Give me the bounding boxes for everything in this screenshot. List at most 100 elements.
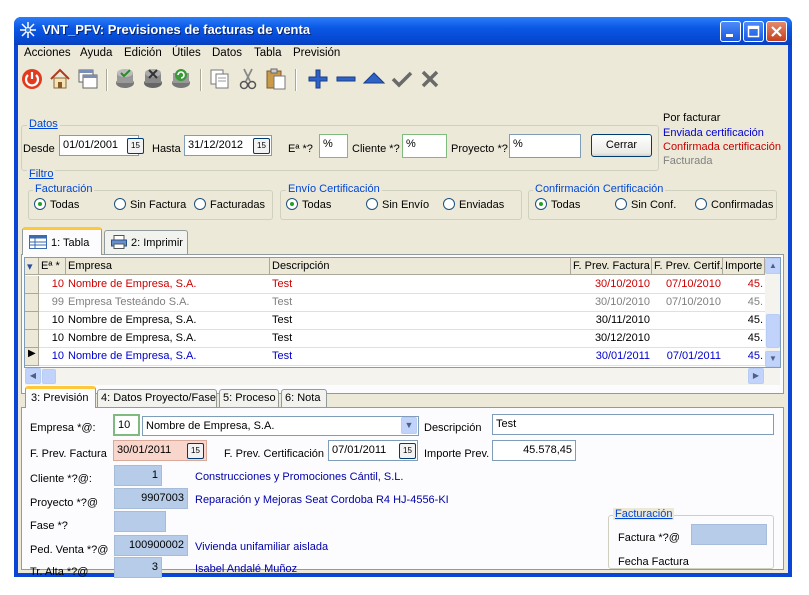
menu-ayuda[interactable]: Ayuda (80, 47, 112, 59)
table-cell-f-factura[interactable]: 30/10/2010 (571, 294, 652, 312)
tr-alta-input[interactable]: 3 (114, 557, 162, 578)
table-cell-descripcion[interactable]: Test (270, 294, 571, 312)
envio-sin-envio-radio[interactable]: Sin Envío (366, 198, 429, 211)
menu-utiles[interactable]: Útiles (172, 47, 201, 59)
table-cell-importe[interactable]: 45. (723, 348, 765, 366)
paste-icon[interactable] (264, 67, 290, 93)
desde-calendar-icon[interactable]: 15 (127, 138, 144, 154)
cerrar-button[interactable]: Cerrar (591, 134, 652, 157)
copy-icon[interactable] (208, 67, 234, 93)
tab-tabla[interactable]: 1: Tabla (22, 227, 102, 255)
table-cell-descripcion[interactable]: Test (270, 330, 571, 348)
cancel-icon[interactable] (418, 67, 444, 93)
envio-enviadas-radio[interactable]: Enviadas (443, 198, 504, 211)
confirmacion-todas-radio[interactable]: Todas (535, 198, 580, 211)
facturacion-facturadas-radio[interactable]: Facturadas (194, 198, 265, 211)
confirmacion-confirmadas-radio[interactable]: Confirmadas (695, 198, 773, 211)
table-cell-descripcion[interactable]: Test (270, 348, 571, 366)
scroll-thumb[interactable] (766, 314, 780, 348)
table-cell-importe[interactable]: 45. (723, 276, 765, 294)
scroll-right-icon[interactable]: ▶ (748, 368, 764, 384)
table-cell-empresa[interactable]: Empresa Testeándo S.A. (66, 294, 270, 312)
tab-imprimir[interactable]: 2: Imprimir (104, 230, 188, 254)
table-cell-f-certif[interactable]: 07/01/2011 (652, 348, 723, 366)
scroll-thumb-horizontal[interactable] (42, 369, 56, 384)
row-selector[interactable] (25, 312, 39, 330)
remove-icon[interactable] (334, 67, 360, 93)
table-cell-ea[interactable]: 10 (39, 312, 66, 330)
check-icon[interactable] (390, 67, 416, 93)
table-cell-descripcion[interactable]: Test (270, 312, 571, 330)
facturacion-sin-factura-radio[interactable]: Sin Factura (114, 198, 186, 211)
col-header-f-certif[interactable]: F. Prev. Certif. (652, 258, 723, 275)
refresh-icon[interactable] (169, 67, 195, 93)
col-header-ea[interactable]: Eª * (39, 258, 66, 275)
title-bar[interactable]: VNT_PFV: Previsiones de facturas de vent… (14, 17, 792, 45)
menu-prevision[interactable]: Previsión (293, 47, 340, 59)
scroll-up-icon[interactable]: ▲ (765, 258, 780, 274)
stamp-icon[interactable] (141, 67, 167, 93)
table-cell-f-certif[interactable]: 07/10/2010 (652, 276, 723, 294)
importe-input[interactable]: 45.578,45 (492, 440, 576, 461)
close-window-button[interactable] (766, 21, 787, 42)
tab-datos-proyecto[interactable]: 4: Datos Proyecto/Fase (97, 389, 217, 407)
checklist-icon[interactable] (113, 67, 139, 93)
table-cell-ea[interactable]: 10 (39, 276, 66, 294)
power-icon[interactable] (20, 67, 46, 93)
cut-icon[interactable] (236, 67, 262, 93)
minimize-button[interactable] (720, 21, 741, 42)
descripcion-input[interactable]: Test (492, 414, 774, 435)
menu-tabla[interactable]: Tabla (254, 47, 282, 59)
tab-nota[interactable]: 6: Nota (281, 389, 327, 407)
table-cell-f-factura[interactable]: 30/11/2010 (571, 312, 652, 330)
table-cell-empresa[interactable]: Nombre de Empresa, S.A. (66, 330, 270, 348)
f-prev-cert-calendar-icon[interactable]: 15 (399, 443, 416, 459)
table-cell-f-certif[interactable] (652, 330, 723, 348)
table-cell-ea[interactable]: 10 (39, 330, 66, 348)
facturacion-todas-radio[interactable]: Todas (34, 198, 79, 211)
chevron-down-icon[interactable]: ▼ (401, 417, 417, 434)
table-cell-f-factura[interactable]: 30/12/2010 (571, 330, 652, 348)
tab-prevision[interactable]: 3: Previsión (25, 386, 96, 408)
table-cell-f-factura[interactable]: 30/10/2010 (571, 276, 652, 294)
table-cell-empresa[interactable]: Nombre de Empresa, S.A. (66, 312, 270, 330)
table-cell-empresa[interactable]: Nombre de Empresa, S.A. (66, 276, 270, 294)
empresa-code-input[interactable]: 10 (113, 414, 140, 436)
up-icon[interactable] (362, 67, 388, 93)
menu-acciones[interactable]: Acciones (24, 47, 71, 59)
table-cell-importe[interactable]: 45. (723, 330, 765, 348)
menu-edicion[interactable]: Edición (124, 47, 162, 59)
current-row-indicator[interactable]: ▶ (25, 348, 39, 366)
maximize-button[interactable] (743, 21, 764, 42)
factura-input[interactable] (691, 524, 767, 545)
table-cell-descripcion[interactable]: Test (270, 276, 571, 294)
col-header-empresa[interactable]: Empresa (66, 258, 270, 275)
table-cell-importe[interactable]: 45. (723, 312, 765, 330)
table-cell-ea[interactable]: 10 (39, 348, 66, 366)
horizontal-scrollbar[interactable]: ◀ ▶ (25, 368, 780, 385)
home-icon[interactable] (48, 67, 74, 93)
vertical-scrollbar[interactable]: ▲ ▼ (765, 258, 780, 367)
fase-input[interactable] (114, 511, 166, 532)
row-selector[interactable] (25, 294, 39, 312)
empresa-select[interactable]: Nombre de Empresa, S.A. (142, 416, 419, 436)
hasta-calendar-icon[interactable]: 15 (253, 138, 270, 154)
windows-icon[interactable] (76, 67, 102, 93)
col-header-importe[interactable]: Importe (723, 258, 765, 275)
scroll-left-icon[interactable]: ◀ (25, 368, 41, 384)
ped-venta-input[interactable]: 100900002 (114, 535, 188, 556)
table-cell-importe[interactable]: 45. (723, 294, 765, 312)
scroll-down-icon[interactable]: ▼ (765, 351, 780, 367)
table-cell-empresa[interactable]: Nombre de Empresa, S.A. (66, 348, 270, 366)
col-header-descripcion[interactable]: Descripción (270, 258, 571, 275)
table-cell-ea[interactable]: 99 (39, 294, 66, 312)
ea-input[interactable]: % (319, 134, 348, 158)
row-selector[interactable] (25, 330, 39, 348)
col-header-f-factura[interactable]: F. Prev. Factura (571, 258, 652, 275)
menu-datos[interactable]: Datos (212, 47, 242, 59)
table-cell-f-certif[interactable] (652, 312, 723, 330)
confirmacion-sin-conf-radio[interactable]: Sin Conf. (615, 198, 676, 211)
f-prev-factura-calendar-icon[interactable]: 15 (187, 443, 204, 459)
row-selector[interactable] (25, 276, 39, 294)
cliente-detail-input[interactable]: 1 (114, 465, 162, 486)
